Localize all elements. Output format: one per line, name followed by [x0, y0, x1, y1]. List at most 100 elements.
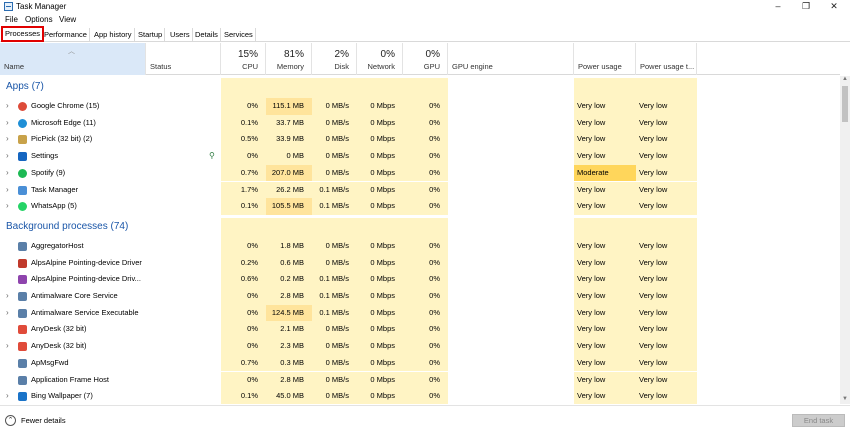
column-power-trend[interactable]: Power usage t...	[636, 43, 697, 75]
tab-app-history[interactable]: App history	[92, 28, 135, 41]
table-row[interactable]: AggregatorHost 0% 1.8 MB 0 MB/s 0 Mbps 0% Very…	[0, 237, 840, 255]
menu-view[interactable]: View	[59, 15, 76, 24]
scroll-thumb[interactable]	[842, 86, 848, 122]
alps-icon	[18, 258, 27, 268]
chevron-right-icon[interactable]: ›	[6, 98, 9, 115]
tab-users[interactable]: Users	[168, 28, 193, 41]
chevron-right-icon[interactable]: ›	[6, 288, 9, 305]
chevron-right-icon[interactable]: ›	[6, 115, 9, 132]
process-name: AggregatorHost	[31, 240, 84, 250]
column-status[interactable]: Status	[146, 43, 221, 75]
status-cell	[146, 305, 221, 322]
status-cell	[146, 288, 221, 305]
close-button[interactable]: ✕	[822, 0, 846, 13]
column-memory[interactable]: 81% Memory	[266, 43, 312, 75]
gpu-engine-cell	[448, 271, 574, 288]
gpu-engine-cell	[448, 255, 574, 272]
group-heat-cell	[357, 217, 403, 238]
minimize-button[interactable]: –	[766, 0, 790, 13]
scroll-down-icon[interactable]: ▼	[840, 396, 850, 404]
chevron-right-icon[interactable]: ›	[6, 305, 9, 322]
table-row[interactable]: › Spotify (9) 0.7% 207.0 MB 0 MB/s 0 Mbps 0% Mo…	[0, 164, 840, 182]
disk-cell: 0 MB/s	[312, 321, 357, 339]
table-row[interactable]: › Antimalware Core Service 0% 2.8 MB 0.1 MB/…	[0, 288, 840, 305]
column-disk[interactable]: 2% Disk	[312, 43, 357, 75]
maximize-button[interactable]: ❐	[794, 0, 818, 13]
picpick-icon	[18, 135, 27, 145]
generic-process-icon	[18, 375, 27, 385]
gpu-engine-cell	[448, 115, 574, 132]
column-power-usage[interactable]: Power usage	[574, 43, 636, 75]
vertical-scrollbar[interactable]: ▲ ▼	[840, 76, 850, 404]
fewer-details-link[interactable]: Fewer details	[21, 416, 66, 425]
disk-cell: 0 MB/s	[312, 114, 357, 132]
table-row[interactable]: AnyDesk (32 bit) 0% 2.1 MB 0 MB/s 0 Mbps 0% Ve…	[0, 321, 840, 339]
cpu-cell: 0.7%	[221, 354, 266, 372]
tab-processes[interactable]: Processes	[1, 26, 45, 42]
table-row[interactable]: › Bing Wallpaper (7) 0.1% 45.0 MB 0 MB/s 0 Mb…	[0, 388, 840, 404]
network-cell: 0 Mbps	[357, 148, 403, 165]
gpu-engine-cell	[448, 338, 574, 355]
tab-performance[interactable]: Performance	[42, 28, 90, 41]
gpu-cell: 0%	[403, 98, 448, 115]
power-usage-cell: Very low	[574, 131, 636, 149]
table-row[interactable]: AlpsAlpine Pointing-device Driv... 0.6% 0.…	[0, 271, 840, 288]
gpu-total: 0%	[425, 49, 440, 60]
column-cpu[interactable]: 15% CPU	[221, 43, 266, 75]
group-heat-cell	[636, 217, 697, 238]
tab-services[interactable]: Services	[222, 28, 256, 41]
chevron-right-icon[interactable]: ›	[6, 388, 9, 404]
chevron-up-icon[interactable]: ⌃	[5, 415, 16, 426]
chevron-right-icon[interactable]: ›	[6, 338, 9, 355]
cpu-cell: 0%	[221, 237, 266, 255]
status-cell	[146, 271, 221, 288]
chevron-right-icon[interactable]: ›	[6, 182, 9, 199]
column-name[interactable]: ︿ Name	[0, 43, 146, 75]
status-cell	[146, 255, 221, 272]
table-row[interactable]: › Task Manager 1.7% 26.2 MB 0.1 MB/s 0 Mbps 0%…	[0, 181, 840, 199]
network-cell: 0 Mbps	[357, 338, 403, 355]
table-row[interactable]: › AnyDesk (32 bit) 0% 2.3 MB 0 MB/s 0 Mbps 0% V…	[0, 338, 840, 355]
memory-cell: 2.8 MB	[266, 288, 312, 305]
end-task-button[interactable]: End task	[792, 414, 845, 427]
process-name: Task Manager	[31, 184, 79, 194]
process-name-cell: › PicPick (32 bit) (2)	[0, 131, 146, 148]
table-row[interactable]: › PicPick (32 bit) (2) 0.5% 33.9 MB 0 MB/s 0 …	[0, 131, 840, 149]
group-heat-cell	[403, 217, 448, 238]
column-name-label: Name	[4, 62, 25, 71]
scroll-up-icon[interactable]: ▲	[840, 76, 850, 84]
whatsapp-icon	[18, 202, 27, 212]
table-row[interactable]: AlpsAlpine Pointing-device Driver 0.2% 0.6…	[0, 254, 840, 272]
table-row[interactable]: › WhatsApp (5) 0.1% 105.5 MB 0.1 MB/s 0 Mbps 0…	[0, 198, 840, 215]
column-gpu-engine-label: GPU engine	[452, 62, 493, 71]
power-usage-cell: Very low	[574, 148, 636, 165]
group-heat-cell	[266, 78, 312, 98]
chevron-right-icon[interactable]: ›	[6, 165, 9, 182]
chevron-right-icon[interactable]: ›	[6, 148, 9, 165]
apps-group-header[interactable]: Apps (7)	[0, 78, 840, 98]
menu-file[interactable]: File	[5, 15, 18, 24]
process-list: Apps (7) › Google Chrome (15) 0% 115.1 MB 0 M…	[0, 76, 840, 404]
group-heat-cell	[312, 78, 357, 98]
tab-startup[interactable]: Startup	[136, 28, 166, 41]
column-gpu-engine[interactable]: GPU engine	[448, 43, 574, 75]
cpu-cell: 0.6%	[221, 271, 266, 288]
table-row[interactable]: › Antimalware Service Executable 0% 124.5 M…	[0, 304, 840, 322]
chevron-right-icon[interactable]: ›	[6, 131, 9, 148]
tab-details[interactable]: Details	[193, 28, 221, 41]
disk-cell: 0.1 MB/s	[312, 304, 357, 322]
memory-cell: 115.1 MB	[266, 98, 312, 115]
disk-cell: 0 MB/s	[312, 148, 357, 165]
chevron-right-icon[interactable]: ›	[6, 198, 9, 215]
table-row[interactable]: › Google Chrome (15) 0% 115.1 MB 0 MB/s 0 Mbp…	[0, 98, 840, 115]
table-row[interactable]: ApMsgFwd 0.7% 0.3 MB 0 MB/s 0 Mbps 0% Very low…	[0, 354, 840, 372]
group-heat-cell	[312, 217, 357, 238]
background-group-header[interactable]: Background processes (74)	[0, 217, 840, 238]
column-gpu[interactable]: 0% GPU	[403, 43, 448, 75]
menu-options[interactable]: Options	[25, 15, 53, 24]
table-row[interactable]: Application Frame Host 0% 2.8 MB 0 MB/s 0 Mb…	[0, 371, 840, 389]
column-network[interactable]: 0% Network	[357, 43, 403, 75]
table-row[interactable]: › Microsoft Edge (11) 0.1% 33.7 MB 0 MB/s 0 M…	[0, 114, 840, 132]
process-name-cell: Application Frame Host	[0, 372, 146, 389]
table-row[interactable]: › Settings ⚲ 0% 0 MB 0 MB/s 0 Mbps 0% Very low Ve…	[0, 148, 840, 165]
